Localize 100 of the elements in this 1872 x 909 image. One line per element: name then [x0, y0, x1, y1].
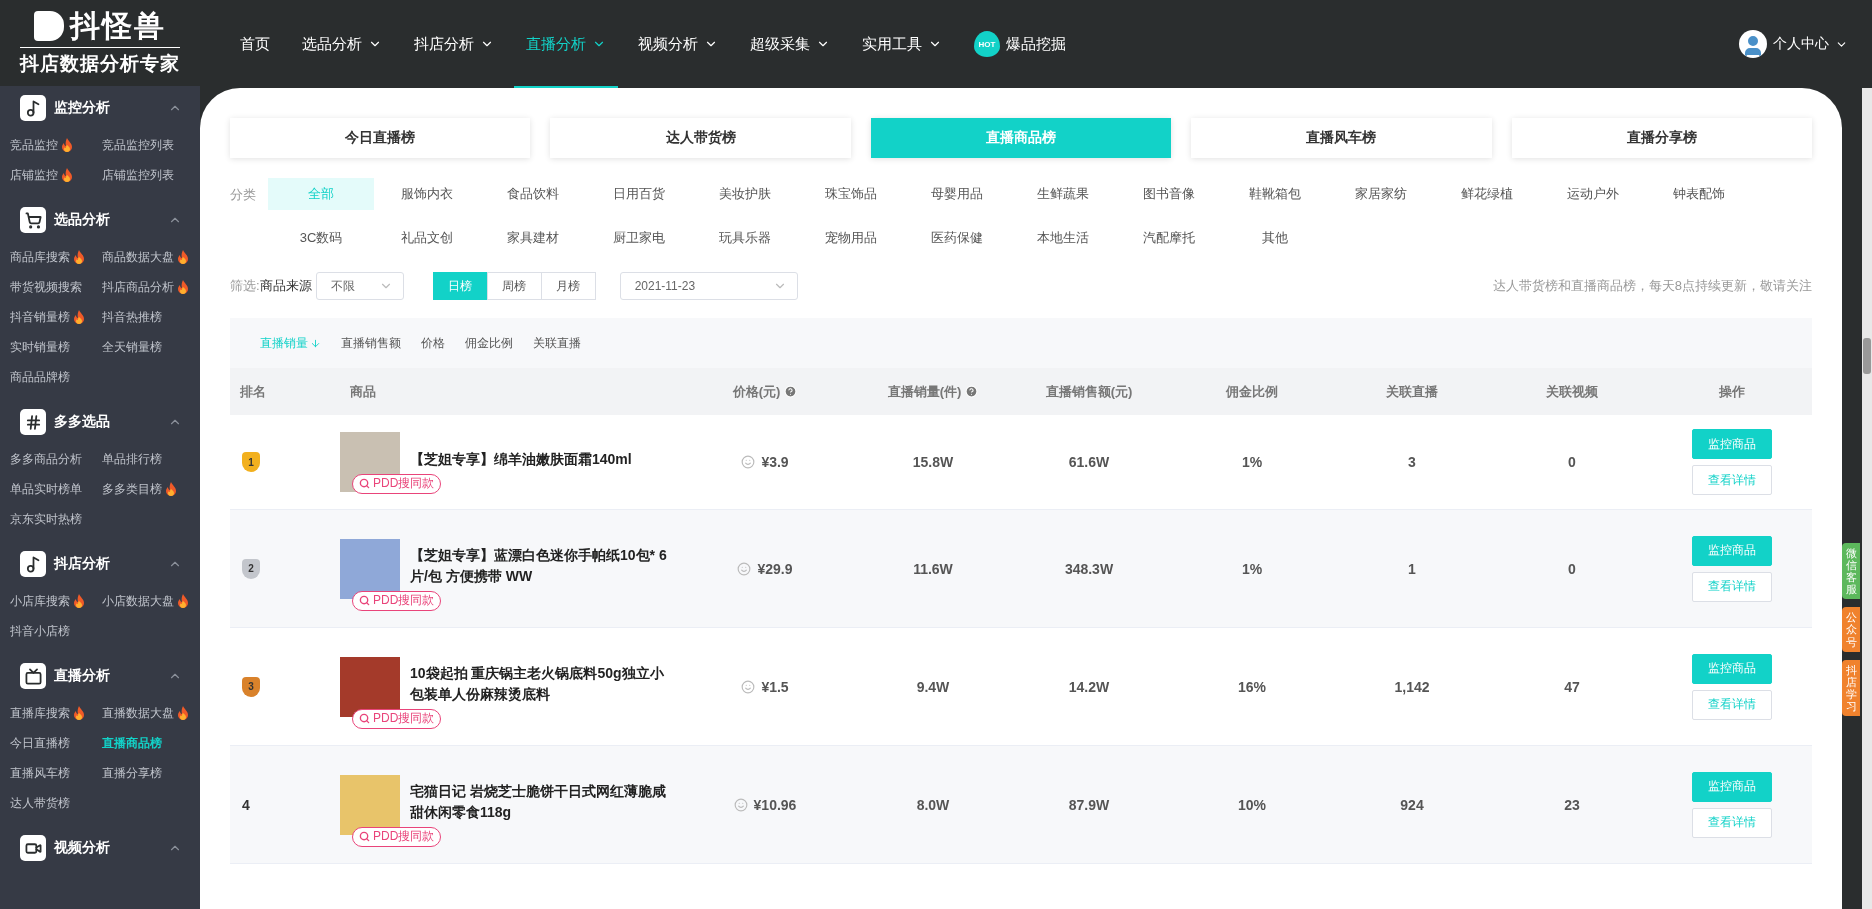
category-option[interactable]: 图书音像 — [1116, 178, 1222, 210]
category-option[interactable]: 生鲜蔬果 — [1010, 178, 1116, 210]
section-title[interactable]: 抖店分析 — [54, 555, 160, 573]
sidebar-item[interactable]: 小店数据大盘 — [102, 586, 202, 616]
rank-number: 4 — [242, 796, 250, 813]
sort-option[interactable]: 佣金比例 — [457, 330, 521, 356]
category-option[interactable]: 厨卫家电 — [586, 222, 692, 254]
logo-icon — [34, 11, 64, 41]
section-title[interactable]: 直播分析 — [54, 667, 160, 685]
period-button[interactable]: 周榜 — [486, 272, 542, 300]
sort-option[interactable]: 直播销售额 — [333, 330, 409, 356]
sort-option[interactable]: 关联直播 — [525, 330, 589, 356]
product-name[interactable]: 【芝姐专享】绵羊油嫩肤面霜140ml — [410, 448, 670, 470]
table-cell-text: 47 — [1563, 678, 1581, 695]
category-option[interactable]: 食品饮料 — [480, 178, 586, 210]
sidebar-item[interactable]: 带货视频搜索 — [10, 272, 102, 302]
sidebar-item[interactable]: 京东实时热榜 — [10, 504, 102, 534]
category-option[interactable]: 家具建材 — [480, 222, 586, 254]
product-name[interactable]: 【芝姐专享】蓝漂白色迷你手帕纸10包* 6片/包 方便携带 WW — [410, 544, 670, 587]
sidebar-item[interactable]: 商品库搜索 — [10, 242, 102, 272]
sidebar-item[interactable]: 直播数据大盘 — [102, 698, 202, 728]
category-option[interactable]: 礼品文创 — [374, 222, 480, 254]
category-option[interactable]: 钟表配饰 — [1646, 178, 1752, 210]
category-option[interactable]: 鲜花绿植 — [1434, 178, 1540, 210]
section-title[interactable]: 监控分析 — [54, 99, 160, 117]
sidebar-item[interactable]: 商品数据大盘 — [102, 242, 202, 272]
category-option[interactable]: 家居家纺 — [1328, 178, 1434, 210]
source-select[interactable]: 不限 — [315, 272, 404, 300]
sidebar-item[interactable]: 今日直播榜 — [10, 728, 102, 758]
nav-menu[interactable]: 抖店分析 — [402, 0, 506, 88]
period-button[interactable]: 月榜 — [540, 272, 596, 300]
category-option[interactable]: 医药保健 — [904, 222, 1010, 254]
sidebar-item[interactable]: 实时销量榜 — [10, 332, 102, 362]
sidebar-item[interactable]: 抖音热推榜 — [102, 302, 202, 332]
sidebar-item[interactable]: 直播分享榜 — [102, 758, 202, 788]
category-option[interactable]: 本地生活 — [1010, 222, 1116, 254]
ranking-tab[interactable]: 今日直播榜 — [230, 118, 531, 158]
category-option[interactable]: 汽配摩托 — [1116, 222, 1222, 254]
section-title[interactable]: 视频分析 — [54, 839, 160, 857]
product-name[interactable]: 10袋起拍 重庆锅主老火锅底料50g独立小包装单人份麻辣烫底料 — [410, 662, 670, 705]
sidebar-item[interactable]: 抖音销量榜 — [10, 302, 102, 332]
category-option[interactable]: 美妆护肤 — [692, 178, 798, 210]
category-option[interactable]: 玩具乐器 — [692, 222, 798, 254]
scrollbar[interactable] — [1862, 88, 1872, 909]
price-cell: ¥29.9 — [670, 560, 860, 577]
column-header: 关联视频 — [1545, 382, 1599, 401]
section-title[interactable]: 多多选品 — [54, 413, 160, 431]
sidebar-item[interactable]: 抖音小店榜 — [10, 616, 102, 646]
sidebar-item[interactable]: 单品实时榜单 — [10, 474, 102, 504]
sidebar-item[interactable]: 全天销量榜 — [102, 332, 202, 362]
category-option[interactable]: 日用百货 — [586, 178, 692, 210]
ranking-tab[interactable]: 直播风车榜 — [1191, 118, 1492, 158]
smiley-icon — [741, 455, 756, 469]
category-option[interactable]: 运动户外 — [1540, 178, 1646, 210]
sidebar-item[interactable]: 小店库搜索 — [10, 586, 102, 616]
category-option[interactable]: 宠物用品 — [798, 222, 904, 254]
user-menu[interactable]: 个人中心 — [1739, 30, 1848, 58]
sidebar-item[interactable]: 商品品牌榜 — [10, 362, 102, 392]
help-icon[interactable] — [965, 385, 979, 398]
product-name[interactable]: 宅猫日记 岩烧芝士脆饼干日式网红薄脆咸甜休闲零食118g — [410, 780, 670, 823]
column-header: 佣金比例 — [1224, 382, 1279, 401]
sidebar-item[interactable]: 多多商品分析 — [10, 444, 102, 474]
nav-menu[interactable]: 超级采集 — [738, 0, 842, 88]
category-option[interactable]: 珠宝饰品 — [798, 178, 904, 210]
sidebar-item[interactable]: 店铺监控列表 — [102, 160, 202, 190]
category-option[interactable]: 3C数码 — [268, 222, 374, 254]
table-cell-text: 87.9W — [1067, 796, 1111, 813]
nav-menu[interactable]: 实用工具 — [850, 0, 954, 88]
sidebar-item[interactable]: 直播库搜索 — [10, 698, 102, 728]
sidebar-item[interactable]: 竞品监控 — [10, 130, 102, 160]
sidebar-item[interactable]: 竞品监控列表 — [102, 130, 202, 160]
ranking-tab[interactable]: 直播分享榜 — [1511, 118, 1813, 158]
sidebar-item[interactable]: 单品排行榜 — [102, 444, 202, 474]
nav-menu[interactable]: 视频分析 — [626, 0, 730, 88]
ranking-tab[interactable]: 达人带货榜 — [550, 118, 851, 158]
sidebar-item[interactable]: 直播风车榜 — [10, 758, 102, 788]
sort-option[interactable]: 价格 — [413, 330, 453, 356]
smiley-icon — [737, 561, 752, 576]
search-same-button[interactable]: PDD搜同款 — [352, 708, 442, 729]
search-same-button[interactable]: PDD搜同款 — [352, 826, 442, 847]
date-select[interactable]: 2021-11-23 — [619, 272, 798, 300]
smiley-icon — [741, 679, 756, 694]
sidebar-item[interactable]: 达人带货榜 — [10, 788, 102, 818]
category-option[interactable]: 鞋靴箱包 — [1222, 178, 1328, 210]
sidebar-item[interactable]: 直播商品榜 — [102, 728, 202, 758]
category-option[interactable]: 服饰内衣 — [374, 178, 480, 210]
sidebar-item[interactable]: 多多类目榜 — [102, 474, 202, 504]
nav-menu[interactable]: 选品分析 — [290, 0, 394, 88]
section-title[interactable]: 选品分析 — [54, 211, 160, 229]
nav-link[interactable]: 首页 — [228, 0, 282, 88]
category-option[interactable]: 母婴用品 — [904, 178, 1010, 210]
sidebar-item[interactable]: 店铺监控 — [10, 160, 102, 190]
category-option[interactable]: 其他 — [1222, 222, 1328, 254]
sidebar-item[interactable]: 抖店商品分析 — [102, 272, 202, 302]
nav-link[interactable]: HOT 爆品挖掘 — [962, 0, 1078, 88]
search-same-button[interactable]: PDD搜同款 — [352, 590, 442, 611]
sort-arrow-icon — [310, 337, 321, 349]
help-icon[interactable] — [784, 385, 798, 398]
search-same-button[interactable]: PDD搜同款 — [352, 473, 442, 494]
column-header: 关联直播 — [1385, 382, 1439, 401]
